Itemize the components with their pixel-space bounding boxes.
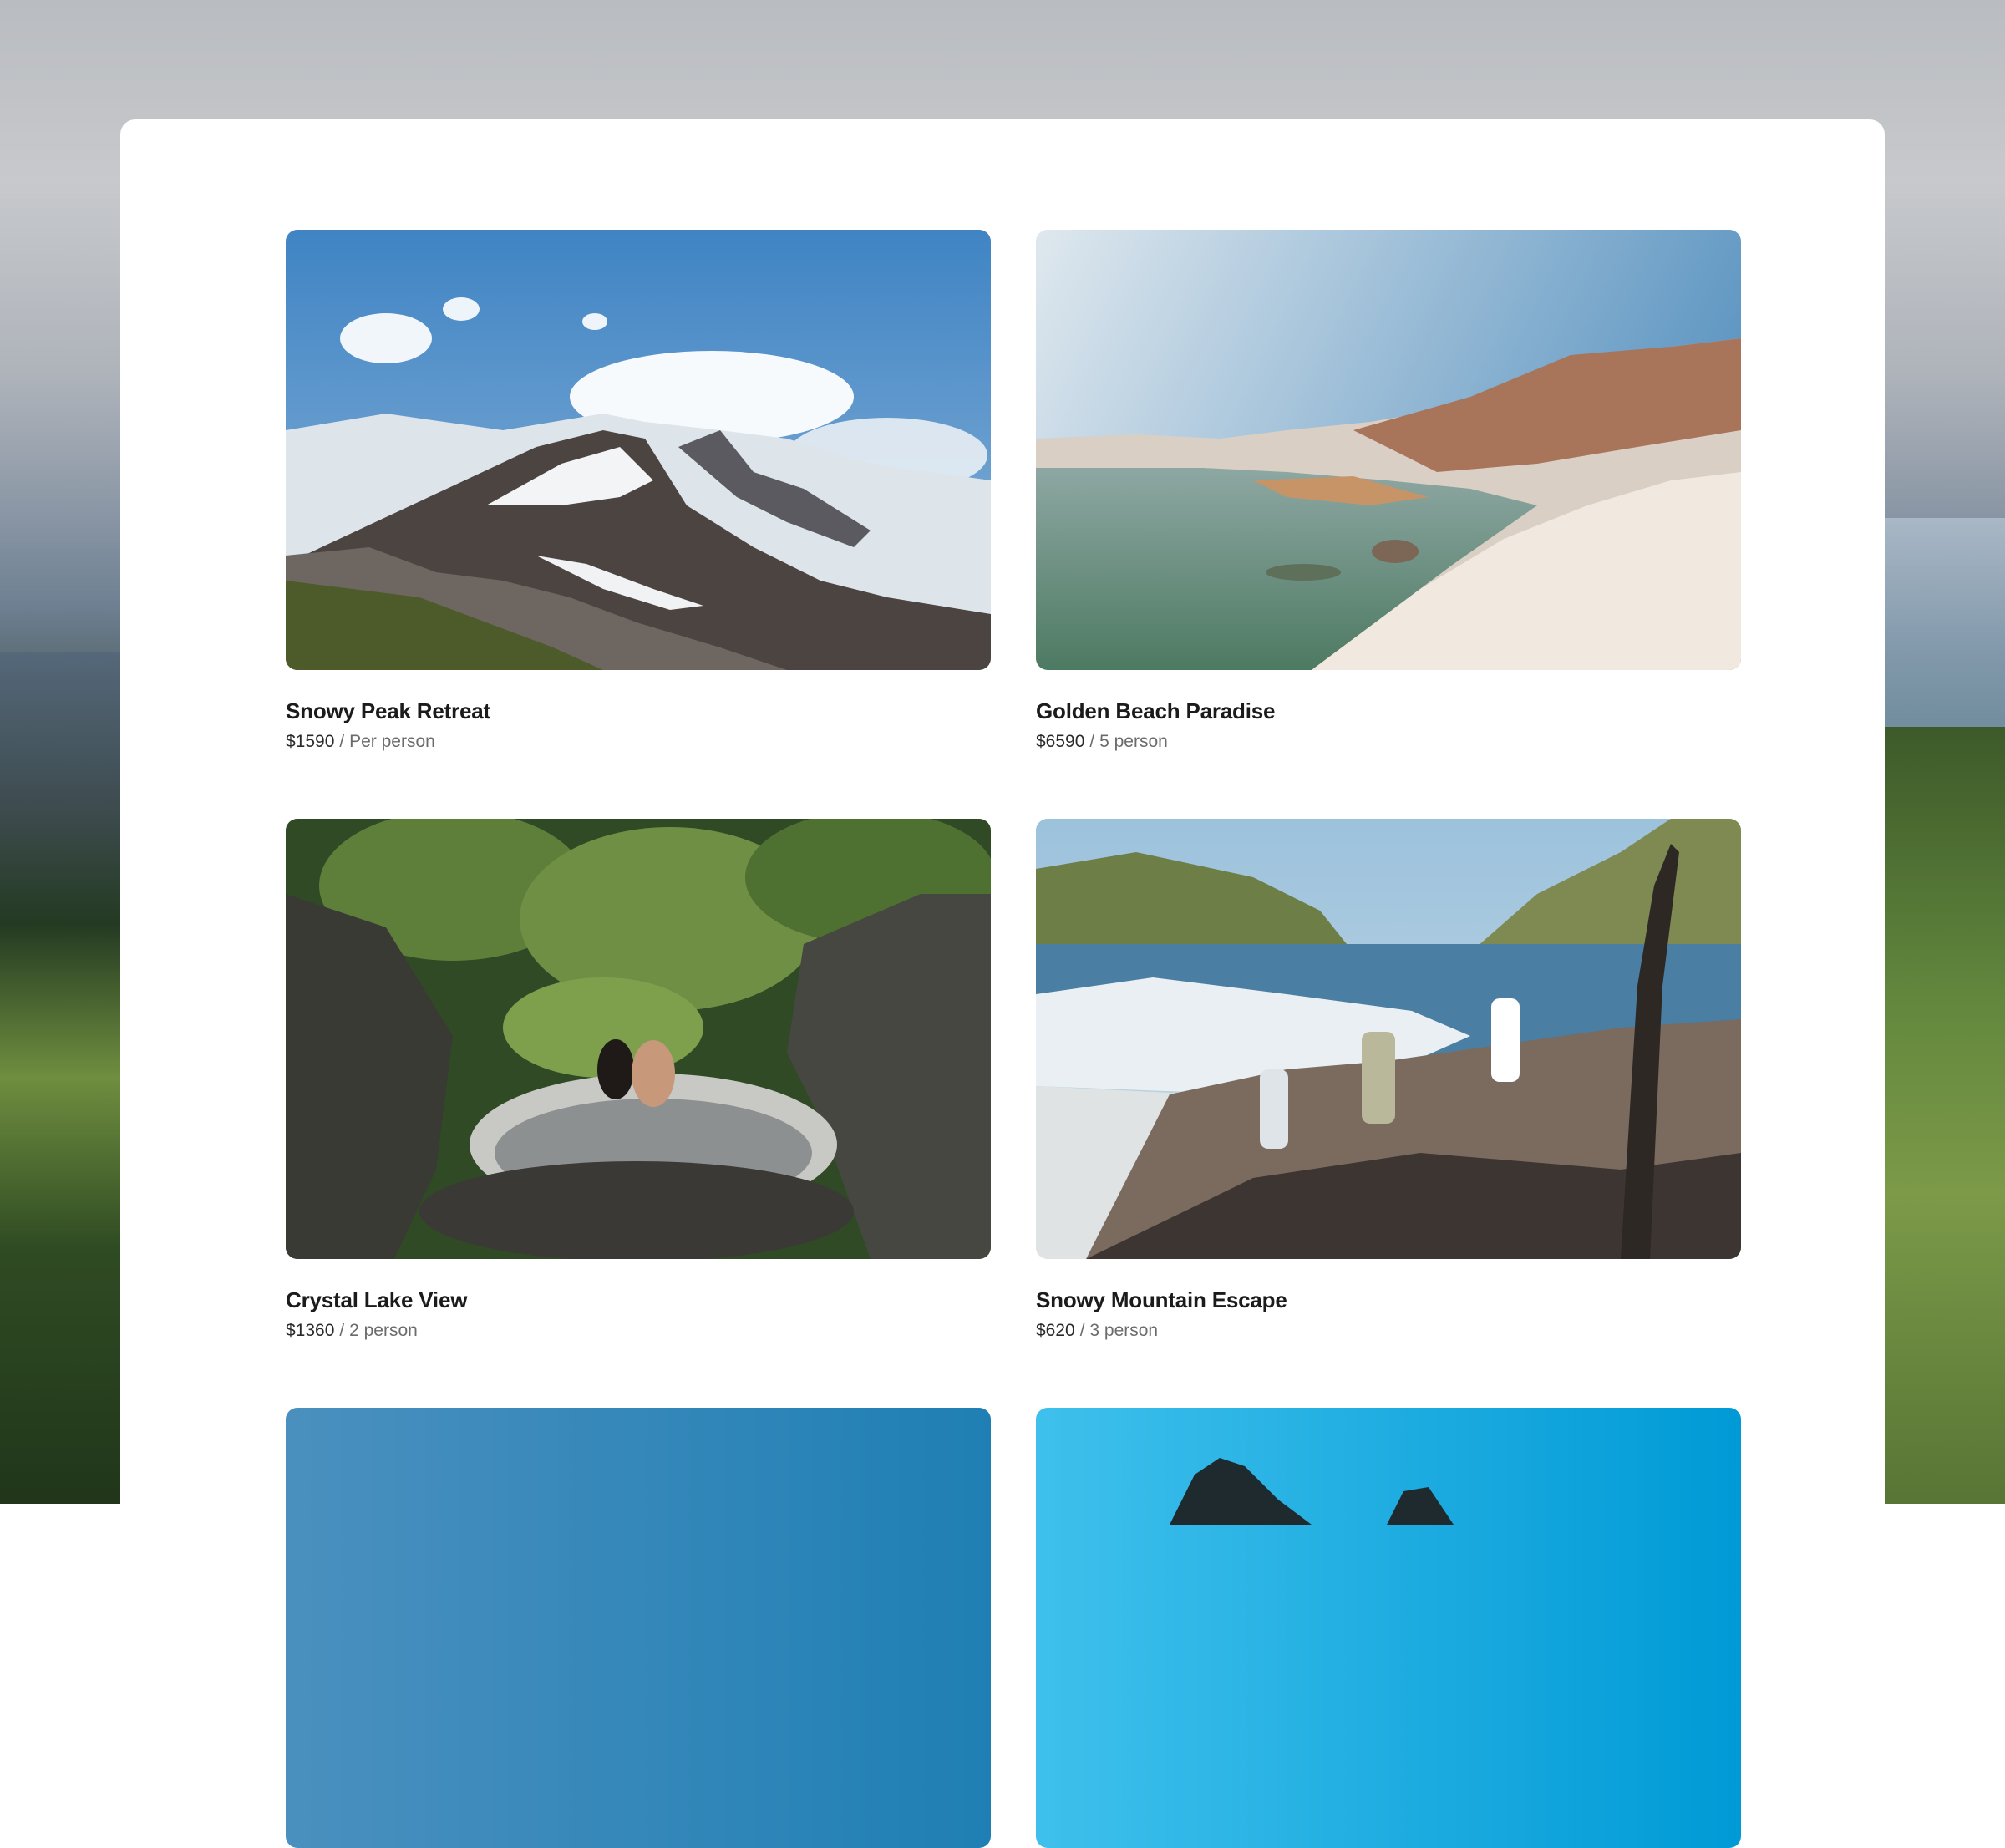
listing-price: $1590 [286, 732, 335, 751]
listing-price-unit: / 2 person [339, 1321, 418, 1340]
listing-price-line: $620/ 3 person [1036, 1319, 1741, 1343]
listing-card[interactable]: Golden Beach Paradise $6590/ 5 person [1036, 230, 1741, 754]
background-hill-right [1884, 727, 2005, 1504]
listing-price-unit: / 3 person [1079, 1321, 1159, 1340]
listing-card[interactable]: Snowy Peak Retreat $1590/ Per person [286, 230, 991, 754]
white-cliff-coast-photo[interactable] [1036, 230, 1741, 670]
listing-title[interactable]: Snowy Peak Retreat [286, 697, 991, 725]
listing-card[interactable] [1036, 1408, 1741, 1848]
jungle-pool-photo[interactable] [286, 819, 991, 1259]
listing-price-line: $6590/ 5 person [1036, 730, 1741, 754]
listing-title[interactable]: Crystal Lake View [286, 1286, 991, 1314]
listings-panel: Snowy Peak Retreat $1590/ Per person Gol… [120, 119, 1885, 1848]
listing-price-line: $1360/ 2 person [286, 1319, 991, 1343]
snowy-mountain-photo[interactable] [286, 230, 991, 670]
listing-price-unit: / Per person [339, 732, 435, 751]
listing-card[interactable]: Snowy Mountain Escape $620/ 3 person [1036, 819, 1741, 1343]
rocky-beach-hikers-photo[interactable] [1036, 819, 1741, 1259]
listing-card[interactable] [286, 1408, 991, 1848]
listing-card[interactable]: Crystal Lake View $1360/ 2 person [286, 819, 991, 1343]
background-hill-left [0, 652, 121, 1504]
listing-price: $620 [1036, 1321, 1075, 1340]
listing-price-unit: / 5 person [1089, 732, 1168, 751]
listing-price: $1360 [286, 1321, 335, 1340]
listing-title[interactable]: Snowy Mountain Escape [1036, 1286, 1741, 1314]
blue-sky-photo[interactable] [286, 1408, 991, 1848]
listing-price: $6590 [1036, 732, 1085, 751]
cyan-sky-peaks-photo[interactable] [1036, 1408, 1741, 1848]
listing-price-line: $1590/ Per person [286, 730, 991, 754]
listing-title[interactable]: Golden Beach Paradise [1036, 697, 1741, 725]
